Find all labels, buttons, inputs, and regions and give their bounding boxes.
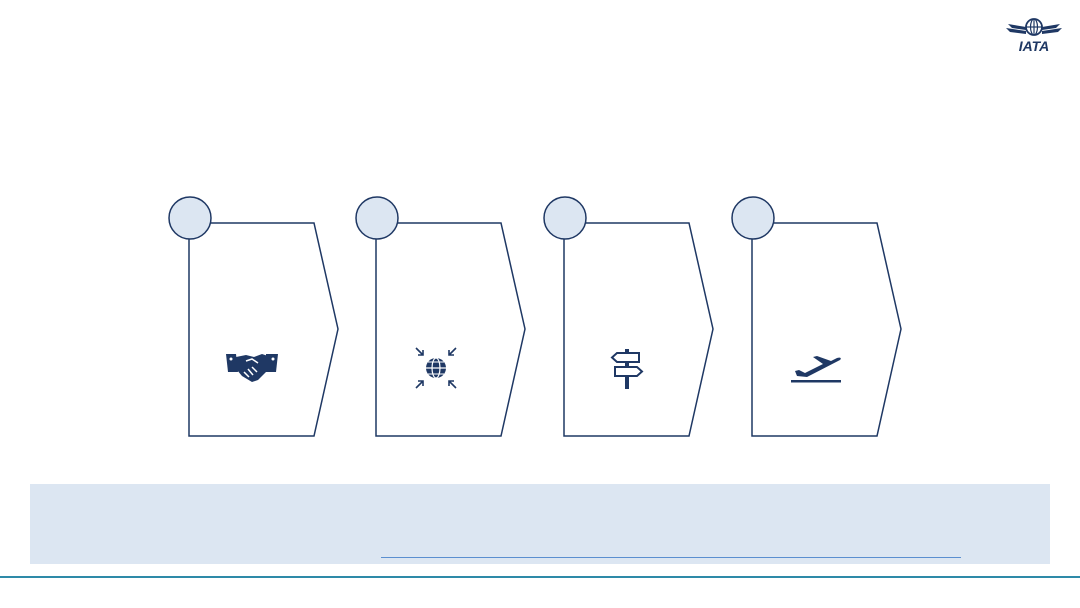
- step-card-1: [166, 195, 341, 440]
- bottom-banner: [30, 484, 1050, 564]
- step-number-circle: [731, 196, 775, 240]
- footer-divider: [0, 576, 1080, 578]
- handshake-icon: [226, 354, 278, 382]
- step-card-2: [353, 195, 528, 440]
- step-card-4: [729, 195, 904, 440]
- step-number-circle: [168, 196, 212, 240]
- logo-text: IATA: [1019, 38, 1050, 54]
- airplane-takeoff-icon: [791, 356, 841, 383]
- step-number-circle: [543, 196, 587, 240]
- signpost-icon: [610, 349, 644, 389]
- iata-logo: IATA: [1006, 18, 1062, 54]
- globe-arrows-icon: [415, 347, 457, 389]
- step-number-circle: [355, 196, 399, 240]
- step-card-3: [541, 195, 716, 440]
- banner-link-underline[interactable]: [381, 557, 961, 558]
